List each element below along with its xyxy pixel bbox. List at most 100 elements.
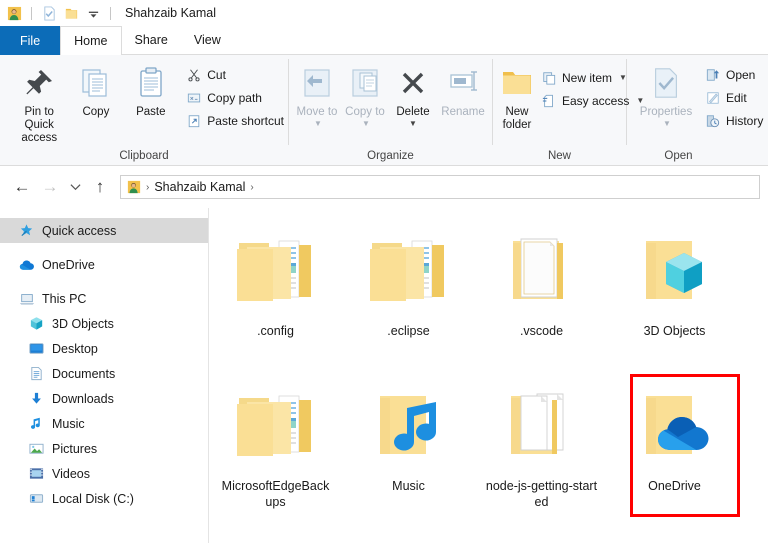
breadcrumb-separator-2[interactable]: › bbox=[250, 182, 253, 193]
file-list-view[interactable]: .config .eclipse .vscode 3D Objects Micr… bbox=[209, 208, 768, 543]
rename-button[interactable]: Rename bbox=[437, 61, 489, 119]
folder-music-icon bbox=[363, 381, 455, 473]
customize-qat-chevron-icon[interactable] bbox=[84, 4, 102, 22]
sidebar-item-videos[interactable]: Videos bbox=[0, 461, 208, 486]
tab-view[interactable]: View bbox=[180, 26, 234, 55]
recent-locations-button[interactable] bbox=[64, 173, 86, 201]
forward-button[interactable]: → bbox=[36, 173, 64, 201]
sidebar-item-3d-objects[interactable]: 3D Objects bbox=[0, 311, 208, 336]
file-item[interactable]: MicrosoftEdgeBackups bbox=[209, 371, 342, 526]
sidebar-item-documents[interactable]: Documents bbox=[0, 361, 208, 386]
sidebar-item-pictures[interactable]: Pictures bbox=[0, 436, 208, 461]
new-item-chevron-icon[interactable]: ▼ bbox=[619, 73, 627, 82]
sidebar-item-this-pc[interactable]: This PC bbox=[0, 286, 208, 311]
tab-file[interactable]: File bbox=[0, 26, 61, 55]
copy-path-label: Copy path bbox=[207, 90, 262, 105]
properties-icon[interactable] bbox=[40, 4, 58, 22]
sidebar-item-music[interactable]: Music bbox=[0, 411, 208, 436]
breadcrumb-current-folder[interactable]: Shahzaib Kamal bbox=[154, 180, 245, 194]
edit-icon bbox=[705, 90, 721, 106]
sidebar-item-label: Downloads bbox=[52, 391, 114, 406]
file-item-name: OneDrive bbox=[648, 479, 701, 493]
edit-button[interactable]: Edit bbox=[701, 87, 767, 108]
rename-label: Rename bbox=[441, 106, 485, 118]
move-to-button[interactable]: Move to ▼ bbox=[293, 61, 341, 128]
ribbon-group-clipboard: Pin to Quick access Copy Paste Cut Copy … bbox=[0, 55, 288, 165]
pin-to-quick-access-button[interactable]: Pin to Quick access bbox=[10, 61, 68, 145]
user-account-icon[interactable] bbox=[5, 4, 23, 22]
copy-icon bbox=[78, 63, 114, 103]
folder-onedrive-icon bbox=[629, 381, 721, 473]
file-item[interactable]: OneDrive bbox=[608, 371, 741, 526]
documents-icon bbox=[28, 365, 45, 382]
copy-path-button[interactable]: Copy path bbox=[182, 87, 288, 108]
file-item-name: .eclipse bbox=[387, 324, 430, 338]
edit-label: Edit bbox=[726, 90, 747, 105]
paste-icon bbox=[133, 63, 169, 103]
breadcrumb[interactable]: › Shahzaib Kamal › bbox=[120, 175, 760, 199]
local-disk-icon bbox=[28, 490, 45, 507]
paste-shortcut-button[interactable]: Paste shortcut bbox=[182, 110, 288, 131]
3d-objects-icon bbox=[28, 315, 45, 332]
file-item[interactable]: node-js-getting-started bbox=[475, 371, 608, 526]
copy-button[interactable]: Copy bbox=[68, 61, 123, 119]
delete-chevron-icon[interactable]: ▼ bbox=[409, 120, 417, 128]
file-item-name: 3D Objects bbox=[643, 324, 706, 338]
open-label: Open bbox=[726, 67, 756, 82]
sidebar-item-label: This PC bbox=[42, 291, 87, 306]
downloads-icon bbox=[28, 390, 45, 407]
copy-to-label: Copy to bbox=[345, 106, 385, 118]
explorer-body: Quick access OneDrive This PC 3D Objects… bbox=[0, 208, 768, 543]
copy-label: Copy bbox=[82, 106, 110, 118]
file-item-name: .config bbox=[257, 324, 294, 338]
move-to-chevron-icon[interactable]: ▼ bbox=[314, 120, 322, 128]
history-button[interactable]: History bbox=[701, 110, 767, 131]
folder-with-documents-icon bbox=[496, 381, 588, 473]
tab-home[interactable]: Home bbox=[60, 26, 122, 55]
sidebar-gap-1 bbox=[0, 243, 208, 252]
move-to-icon bbox=[300, 63, 334, 103]
copy-to-button[interactable]: Copy to ▼ bbox=[341, 61, 389, 128]
pin-icon bbox=[22, 63, 56, 103]
folder-3d-objects-icon bbox=[629, 226, 721, 318]
cut-label: Cut bbox=[207, 67, 226, 82]
delete-button[interactable]: Delete ▼ bbox=[389, 61, 437, 128]
paste-label: Paste bbox=[136, 106, 166, 118]
new-folder-button[interactable]: New folder bbox=[499, 61, 535, 132]
file-item[interactable]: .config bbox=[209, 216, 342, 371]
cut-button[interactable]: Cut bbox=[182, 64, 288, 85]
file-item[interactable]: Music bbox=[342, 371, 475, 526]
folder-with-files-icon bbox=[230, 381, 322, 473]
sidebar-item-local-disk-c[interactable]: Local Disk (C:) bbox=[0, 486, 208, 511]
properties-chevron-icon[interactable]: ▼ bbox=[663, 120, 671, 128]
properties-button[interactable]: Properties ▼ bbox=[635, 61, 697, 128]
up-button[interactable]: ↑ bbox=[86, 173, 114, 201]
sidebar-item-label: Desktop bbox=[52, 341, 98, 356]
delete-x-icon bbox=[397, 63, 429, 103]
file-item-name: Music bbox=[392, 479, 425, 493]
new-folder-icon[interactable] bbox=[62, 4, 80, 22]
paste-button[interactable]: Paste bbox=[123, 61, 178, 119]
back-button[interactable]: ← bbox=[8, 173, 36, 201]
onedrive-cloud-icon bbox=[18, 256, 35, 273]
sidebar-item-label: Music bbox=[52, 416, 85, 431]
ribbon-group-open-title: Open bbox=[664, 150, 693, 162]
breadcrumb-separator-1: › bbox=[146, 181, 150, 193]
music-note-icon bbox=[28, 415, 45, 432]
file-item[interactable]: .vscode bbox=[475, 216, 608, 371]
tab-share[interactable]: Share bbox=[121, 26, 181, 55]
sidebar-item-quick-access[interactable]: Quick access bbox=[0, 218, 208, 243]
sidebar-item-desktop[interactable]: Desktop bbox=[0, 336, 208, 361]
copy-to-chevron-icon[interactable]: ▼ bbox=[362, 120, 370, 128]
file-grid: .config .eclipse .vscode 3D Objects Micr… bbox=[209, 216, 768, 526]
sidebar-item-onedrive[interactable]: OneDrive bbox=[0, 252, 208, 277]
delete-label: Delete bbox=[396, 106, 430, 118]
file-item[interactable]: .eclipse bbox=[342, 216, 475, 371]
ribbon-tab-bar: File Home Share View bbox=[0, 26, 768, 55]
open-button[interactable]: Open bbox=[701, 64, 767, 85]
sidebar-item-downloads[interactable]: Downloads bbox=[0, 386, 208, 411]
folder-with-files-icon bbox=[230, 226, 322, 318]
sidebar-item-label: 3D Objects bbox=[52, 316, 114, 331]
paste-shortcut-label: Paste shortcut bbox=[207, 113, 284, 128]
file-item[interactable]: 3D Objects bbox=[608, 216, 741, 371]
